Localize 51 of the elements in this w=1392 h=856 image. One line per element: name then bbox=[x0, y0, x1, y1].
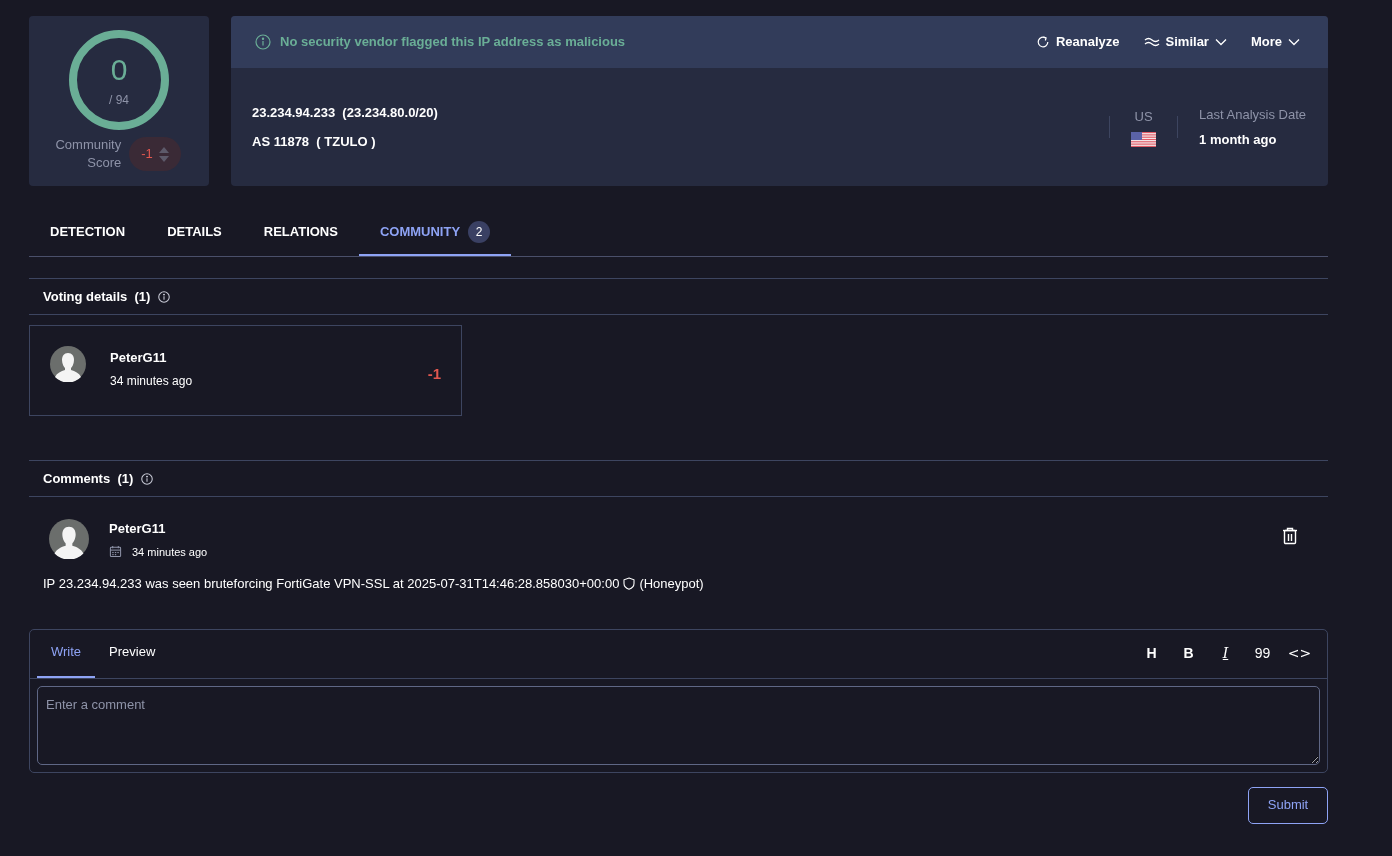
reload-icon bbox=[1036, 35, 1050, 49]
comment-text: IP 23.234.94.233 was seen bruteforcing FortiGate VPN-SSL at 2025-07-31T14:46:28.858030+00:00 bbox=[43, 575, 620, 593]
downvote-icon bbox=[158, 155, 169, 162]
comment-text: (Honeypot) bbox=[639, 575, 704, 593]
caret-icon bbox=[1214, 38, 1227, 46]
vote-time: 34 minutes ago bbox=[110, 372, 194, 390]
avatar-icon bbox=[50, 346, 86, 382]
editor-tab[interactable]: Preview bbox=[95, 628, 170, 678]
format-button[interactable]: <> bbox=[1283, 639, 1316, 667]
format-button[interactable]: 99 bbox=[1246, 639, 1279, 667]
engine-total: / 94 bbox=[109, 92, 129, 109]
status-message: No security vendor flagged this IP address as malicious bbox=[280, 33, 626, 52]
format-button[interactable]: H bbox=[1135, 639, 1168, 667]
autonomous-system: AS 11878 ( TZULO ) bbox=[252, 133, 377, 151]
comment-time: 34 minutes ago bbox=[132, 544, 208, 560]
community-score-label: Community Score bbox=[54, 136, 122, 172]
more-button[interactable]: More bbox=[1250, 32, 1300, 52]
flag-icon bbox=[1131, 131, 1157, 147]
section-title: Comments (1) bbox=[43, 469, 134, 488]
info-icon bbox=[158, 290, 171, 303]
last-analysis-label: Last Analysis Date bbox=[1199, 105, 1306, 124]
community-score-value: -1 bbox=[141, 145, 153, 164]
format-button[interactable]: I bbox=[1209, 639, 1242, 667]
username: PeterG11 bbox=[110, 349, 168, 367]
wave-icon bbox=[1143, 36, 1160, 48]
country-code: US bbox=[1134, 108, 1153, 127]
username: PeterG11 bbox=[109, 520, 167, 538]
caret-icon bbox=[1288, 38, 1300, 46]
last-analysis-value: 1 month ago bbox=[1199, 131, 1278, 149]
similar-button[interactable]: Similar bbox=[1143, 32, 1227, 52]
delete-button[interactable] bbox=[1282, 527, 1298, 545]
info-icon bbox=[141, 472, 154, 485]
tab[interactable]: DETAILS bbox=[146, 210, 243, 256]
reload-button[interactable]: Reanalyze bbox=[1036, 32, 1120, 52]
tab[interactable]: DETECTION bbox=[29, 210, 147, 256]
ip-address: 23.234.94.233 (23.234.80.0/20) bbox=[252, 103, 438, 122]
editor-tab[interactable]: Write bbox=[37, 628, 96, 678]
avatar-icon bbox=[49, 519, 89, 559]
submit-button[interactable]: Submit bbox=[1248, 786, 1328, 824]
vote-value: -1 bbox=[427, 364, 441, 384]
count-badge: 2 bbox=[468, 221, 491, 243]
tab[interactable]: RELATIONS bbox=[242, 210, 359, 256]
shield-icon bbox=[623, 577, 636, 591]
section-title: Voting details (1) bbox=[43, 287, 151, 306]
tab[interactable]: COMMUNITY 2 bbox=[358, 210, 512, 256]
upvote-icon bbox=[158, 146, 169, 153]
calendar-icon bbox=[109, 545, 122, 559]
info-icon bbox=[255, 34, 271, 50]
comment-input[interactable]: Enter a comment bbox=[37, 685, 1320, 765]
format-button[interactable]: B bbox=[1172, 639, 1205, 667]
detection-count: 0 bbox=[110, 55, 128, 85]
